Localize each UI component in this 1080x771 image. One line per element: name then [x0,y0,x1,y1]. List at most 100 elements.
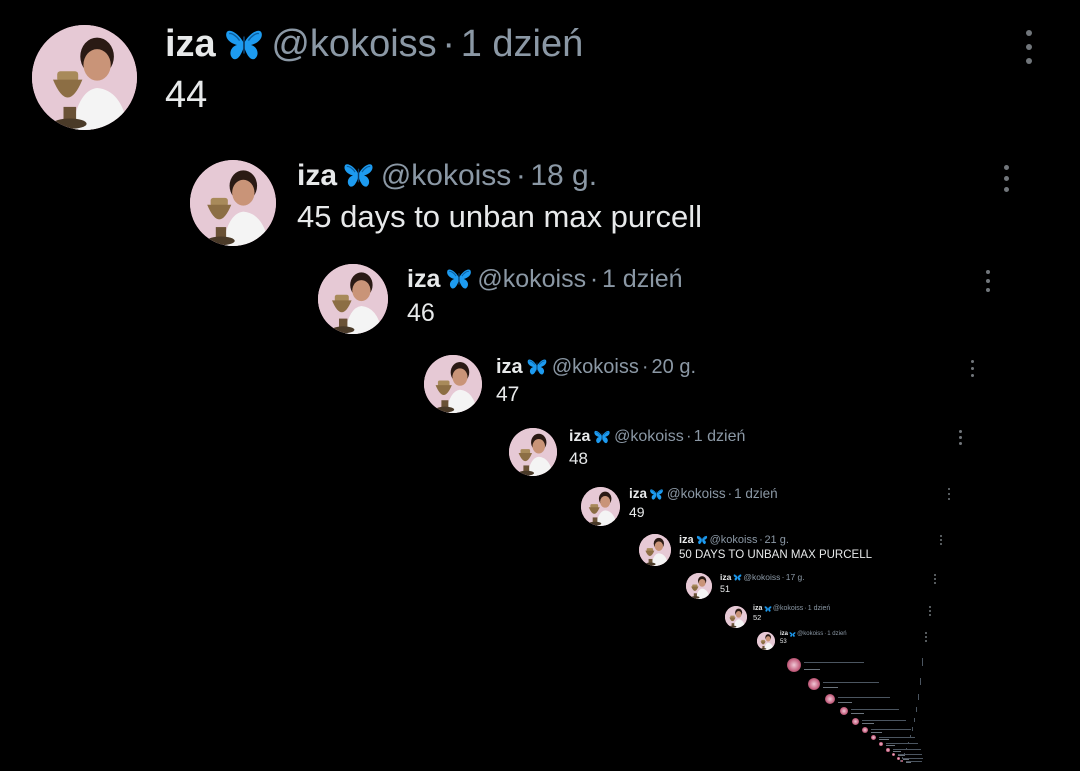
user-handle[interactable]: @kokoiss [552,356,639,378]
butterfly-icon [445,265,473,293]
nested-reply-text [862,720,906,722]
avatar[interactable] [190,160,276,246]
avatar[interactable] [686,573,712,599]
separator-dot: · [781,572,785,583]
display-name[interactable]: iza [780,631,788,638]
separator-dot: · [515,158,526,192]
post-text: 46 [407,298,435,327]
user-handle[interactable]: @kokoiss [477,265,586,294]
post-text: 51 [720,584,731,595]
separator-dot: · [804,605,807,613]
post-header: iza @kokoiss · 18 g. [297,159,597,192]
more-options-icon[interactable] [959,430,962,448]
post-header: iza @kokoiss · 21 g. [679,534,789,546]
avatar[interactable] [757,632,775,650]
post-header: iza @kokoiss · 1 dzień [780,631,847,638]
nested-reply-text [879,738,889,740]
nested-reply-avatar [862,727,868,733]
more-options-icon[interactable] [971,360,974,381]
nested-reply-avatar [901,760,903,762]
post-timestamp[interactable]: 1 dzień [461,23,584,66]
display-name[interactable]: iza [753,605,762,613]
display-name[interactable]: iza [165,23,216,66]
post-text: 53 [780,638,787,645]
post-header: iza @kokoiss · 1 dzień [165,23,584,66]
nested-reply-avatar [787,658,801,672]
nested-reply-text [886,745,895,746]
more-options-icon [916,707,917,712]
post-timestamp[interactable]: 1 dzień [602,265,683,294]
more-options-icon[interactable] [929,606,931,618]
nested-reply-text [906,761,911,763]
nested-reply-avatar [852,718,859,725]
user-handle[interactable]: @kokoiss [743,572,780,582]
user-handle[interactable]: @kokoiss [710,534,758,546]
nested-reply-text [862,723,874,725]
post-text: 49 [629,504,645,521]
post-timestamp[interactable]: 20 g. [652,356,696,378]
user-handle[interactable]: @kokoiss [381,159,512,192]
nested-reply-text [823,681,879,683]
post-timestamp[interactable]: 1 dzień [827,631,846,638]
user-handle[interactable]: @kokoiss [797,631,823,638]
user-handle[interactable]: @kokoiss [773,605,803,613]
butterfly-icon [696,534,708,546]
avatar[interactable] [509,428,557,476]
post-timestamp[interactable]: 1 dzień [734,486,778,502]
post-timestamp[interactable]: 1 dzień [808,605,831,613]
more-options-icon [920,678,921,686]
post-timestamp[interactable]: 21 g. [764,534,788,546]
post-timestamp[interactable]: 17 g. [786,572,805,582]
avatar[interactable] [32,25,137,130]
nested-reply-text [892,750,901,752]
more-options-icon[interactable] [925,632,927,644]
post-header: iza @kokoiss · 1 dzień [569,428,745,446]
nested-reply-avatar [840,707,848,715]
post-text: 44 [165,73,208,116]
more-options-icon [904,753,905,755]
user-handle[interactable]: @kokoiss [614,428,684,446]
nested-reply-avatar [808,678,820,690]
display-name[interactable]: iza [629,486,647,502]
avatar[interactable] [725,606,747,628]
more-options-icon [900,760,901,762]
more-options-icon[interactable] [948,488,950,503]
more-options-icon[interactable] [934,574,936,586]
separator-dot: · [824,630,827,637]
butterfly-icon [342,159,375,192]
post-header: iza @kokoiss · 1 dzień [629,485,778,502]
avatar[interactable] [581,487,620,526]
butterfly-icon [223,24,265,66]
display-name[interactable]: iza [679,534,694,546]
display-name[interactable]: iza [569,428,590,446]
nested-reply-avatar [879,742,883,746]
separator-dot: · [589,264,599,293]
user-handle[interactable]: @kokoiss [667,486,726,502]
display-name[interactable]: iza [496,356,523,378]
avatar[interactable] [318,264,388,334]
post-timestamp[interactable]: 1 dzień [694,428,746,446]
nested-reply-avatar [892,753,895,756]
more-options-icon[interactable] [1026,30,1032,72]
display-name[interactable]: iza [407,265,440,294]
more-options-icon[interactable] [940,535,942,547]
more-options-icon[interactable] [986,270,990,297]
display-name[interactable]: iza [297,159,337,192]
butterfly-icon [526,356,548,378]
nested-reply-avatar [825,694,835,704]
post-header: iza @kokoiss · 1 dzień [407,265,683,293]
user-handle[interactable]: @kokoiss [271,23,436,66]
post-timestamp[interactable]: 18 g. [530,159,597,192]
avatar[interactable] [424,355,482,413]
butterfly-icon [733,573,742,582]
post-text: 50 DAYS TO UNBAN MAX PURCELL [679,548,873,561]
separator-dot: · [641,356,649,378]
display-name[interactable]: iza [720,572,731,582]
more-options-icon [918,694,919,700]
more-options-icon [922,658,923,667]
nested-reply-text [871,731,882,733]
more-options-icon[interactable] [1004,165,1009,198]
more-options-icon [914,718,915,723]
avatar[interactable] [639,534,671,566]
separator-dot: · [727,485,733,501]
